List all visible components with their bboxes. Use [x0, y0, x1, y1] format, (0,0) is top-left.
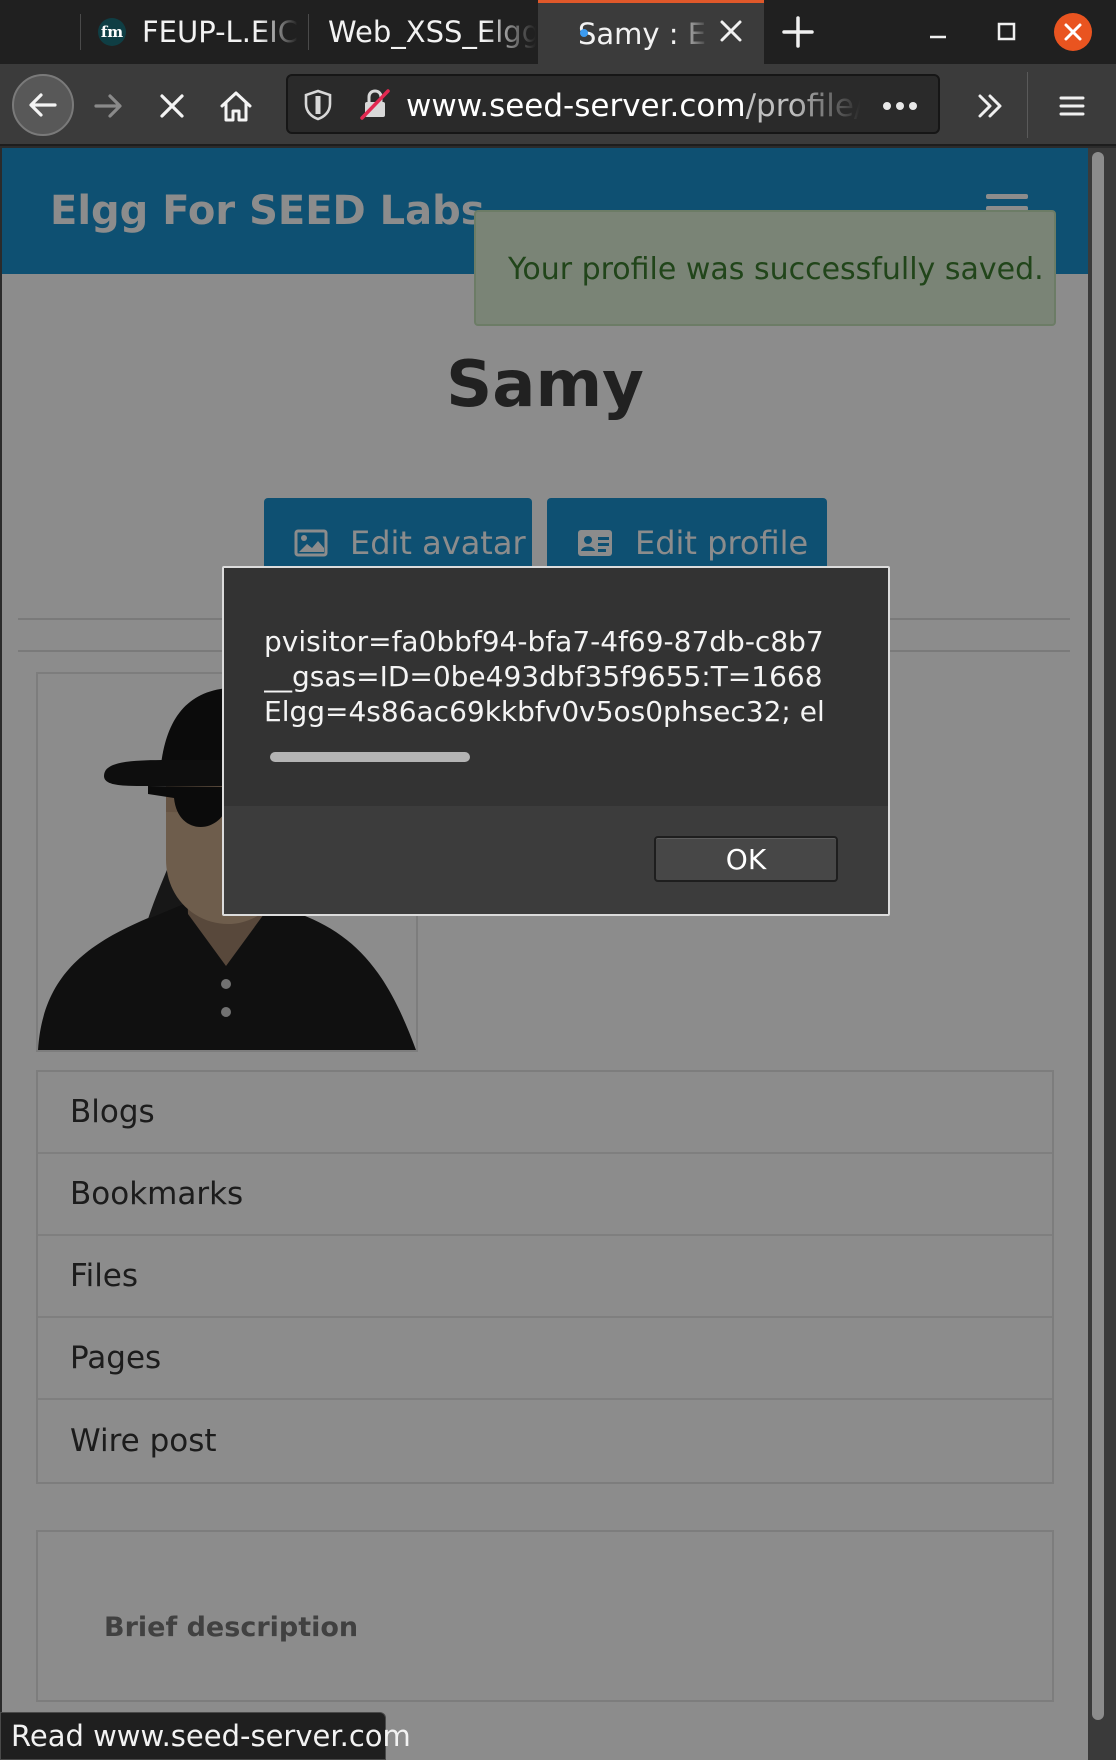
minimize-icon[interactable] [918, 12, 958, 52]
dialog-scrollbar[interactable] [270, 752, 470, 762]
url-text[interactable]: www.seed-server.com/profile/samy [406, 88, 861, 124]
chevron-double-right-icon [978, 94, 1002, 118]
close-icon [1064, 23, 1082, 41]
window-close-button[interactable] [1054, 13, 1092, 51]
dialog-line: pvisitor=fa0bbf94-bfa7-4f69-87db-c8b7 [264, 625, 824, 658]
tab-feup[interactable]: fm FEUP-L.EIC [82, 0, 308, 64]
stop-button[interactable] [144, 78, 200, 134]
loading-dot-icon [580, 29, 588, 37]
status-bar: Read www.seed-server.com [0, 1712, 411, 1760]
navigation-toolbar: www.seed-server.com/profile/samy [0, 64, 1116, 146]
tab-label: Samy : Elgg [578, 16, 708, 51]
page-viewport: Elgg For SEED Labs Your profile was succ… [2, 148, 1088, 1760]
maximize-icon[interactable] [986, 12, 1026, 52]
arrow-left-icon [29, 93, 57, 117]
shield-icon[interactable] [302, 88, 334, 122]
insecure-lock-icon[interactable] [358, 86, 392, 122]
overflow-button[interactable] [962, 78, 1018, 134]
back-button[interactable] [12, 74, 74, 136]
scrollbar-thumb[interactable] [1092, 152, 1104, 1720]
home-button[interactable] [208, 78, 264, 134]
tab-bar: fm FEUP-L.EIC Web_XSS_Elgg Samy : Elgg [0, 0, 1116, 64]
feup-favicon-icon: fm [98, 18, 126, 46]
modal-overlay [2, 148, 1088, 1760]
dialog-body: pvisitor=fa0bbf94-bfa7-4f69-87db-c8b7 __g… [224, 568, 888, 806]
tab-separator [80, 14, 81, 50]
new-tab-icon[interactable] [778, 12, 818, 52]
dialog-line: __gsas=ID=0be493dbf35f9655:T=1668 [264, 660, 823, 693]
ok-button[interactable]: OK [654, 836, 838, 882]
arrow-right-icon [94, 94, 122, 118]
tab-label: FEUP-L.EIC [142, 15, 299, 49]
app-menu-button[interactable] [1044, 78, 1100, 134]
tab-close-icon[interactable] [713, 13, 749, 49]
url-bar[interactable]: www.seed-server.com/profile/samy [286, 74, 940, 134]
tab-web-xss[interactable]: Web_XSS_Elgg [310, 0, 536, 64]
stop-icon [160, 94, 184, 118]
hamburger-menu-icon [1059, 96, 1085, 116]
dialog-message[interactable]: pvisitor=fa0bbf94-bfa7-4f69-87db-c8b7 __g… [264, 624, 848, 729]
page-actions-icon[interactable] [882, 100, 918, 112]
tab-separator [308, 14, 309, 50]
forward-button[interactable] [80, 78, 136, 134]
home-icon [220, 91, 252, 122]
tab-label: Web_XSS_Elgg [328, 15, 536, 49]
toolbar-separator [1027, 72, 1028, 138]
alert-dialog: pvisitor=fa0bbf94-bfa7-4f69-87db-c8b7 __g… [222, 566, 890, 916]
dialog-line: Elgg=4s86ac69kkbfv0v5os0phsec32; el [264, 695, 825, 728]
